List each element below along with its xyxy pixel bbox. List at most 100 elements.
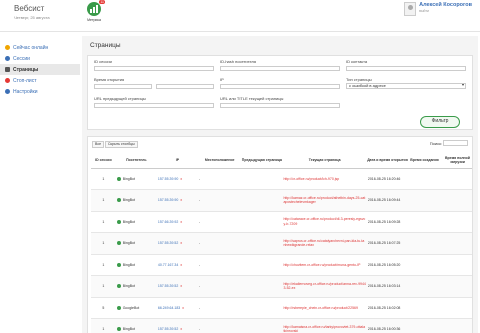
cell-prev-page [241,189,283,212]
table-header-row: ID сессии Посетитель IP Местоположение П… [91,152,472,169]
block-ip-icon[interactable]: x [180,241,182,245]
cur-url-input[interactable] [220,103,340,108]
block-ip-icon[interactable]: x [180,327,182,331]
col-visitor[interactable]: Посетитель [115,152,157,169]
cell-location: - [198,168,242,190]
cell-ip[interactable]: 157.66.39.92 x [156,211,199,233]
cell-load-time [440,254,472,276]
ip-link[interactable]: 157.55.39.52 [158,284,178,288]
block-ip-icon[interactable]: x [180,220,182,224]
search-input[interactable] [443,140,468,146]
sidebar-item-pages[interactable]: Страницы [0,64,80,75]
cell-current-page[interactable]: http://chuvitem.cr-office.ru/product/mun… [282,254,367,276]
sidebar-item-online[interactable]: Сейчас онлайн [0,42,80,53]
block-ip-icon[interactable]: x [180,263,182,267]
sessions-icon [5,56,10,61]
pages-list-panel: Все Скрыть столбцы Поиск: ID сессии Посе… [87,136,473,333]
ip-link[interactable]: 157.55.39.52 [158,327,178,331]
visitor-name: BingBot [122,176,135,181]
hash-input[interactable] [220,66,340,71]
cell-ip[interactable]: 40.77.167.34 x [156,254,199,276]
cell-visitor: BingBot [115,189,157,212]
table-row[interactable]: 1 BingBot 157.55.39.52 x - http://kamaisna.cr… [91,318,472,333]
ip-link[interactable]: 157.55.39.52 [158,241,178,245]
cell-ip[interactable]: 66.249.64.183 x [156,297,199,319]
visitor-name: BingBot [122,219,135,224]
col-ip[interactable]: IP [156,152,199,169]
table-row[interactable]: 1 BingBot 157.55.39.90 x - http://kamaz.cr-of… [91,189,472,212]
col-session-id[interactable]: ID сессии [91,152,116,169]
sidebar-item-sessions[interactable]: Сессии [0,53,80,64]
ip-label: IP [220,77,224,82]
session-id-input[interactable] [94,66,214,71]
avatar[interactable] [404,2,417,16]
page-title: Страницы [90,42,121,49]
ip-link[interactable]: 157.55.39.90 [158,198,178,202]
col-prev-page[interactable]: Предыдущая страница [241,152,283,169]
logout-link[interactable]: выйти [419,9,472,13]
metrika-icon[interactable]: 11 [87,0,105,16]
filter-button[interactable]: Фильтр [420,116,460,128]
cell-ip[interactable]: 157.55.39.52 x [156,232,199,255]
table-row[interactable]: 1 BingBot 157.55.39.52 x - http://saprus.cr-o… [91,232,472,255]
ip-link[interactable]: 40.77.167.34 [158,263,178,267]
user-name[interactable]: Алексей Косорогов [419,2,472,8]
table-row[interactable]: 1 BingBot 157.55.39.90 x - http://cr-office.r… [91,168,472,190]
cell-ip[interactable]: 157.55.39.90 x [156,168,199,190]
sidebar-item-stoplist[interactable]: Стоп-лист [0,75,80,86]
block-ip-icon[interactable]: x [180,284,182,288]
cell-load-time [440,168,472,190]
page-type-select[interactable]: с ошибкой в адресе [346,83,466,89]
cell-current-page[interactable]: http://kamaz.cr-office.ru/product/athelb… [282,189,367,212]
bot-icon [116,198,121,203]
sidebar-item-settings[interactable]: Настройки [0,86,80,97]
cell-current-page[interactable]: http://cr-office.ru/product/lch-970.jsp [282,168,367,190]
time-from-input[interactable] [94,84,152,89]
cell-created-time [408,318,441,333]
cell-open-time: 2016-08-25 16:09:44 [366,189,409,212]
table-row[interactable]: 1 BingBot 157.66.39.92 x - http://catarace.cr… [91,211,472,233]
col-open-time[interactable]: Дата и время открытия [366,152,409,169]
cell-visitor: BingBot [115,211,157,233]
cell-visitor: BingBot [115,275,157,298]
ip-input[interactable] [220,84,340,89]
block-ip-icon[interactable]: x [182,306,184,310]
cell-current-page[interactable]: http://ekaliernoveg.cr-office.ru/product… [282,275,367,298]
table-row[interactable]: 1 BingBot 40.77.167.34 x - http://chuvitem.cr… [91,254,472,276]
visitor-name: BingBot [122,284,135,289]
cell-visitor: BingBot [115,232,157,255]
cell-ip[interactable]: 157.55.39.52 x [156,275,199,298]
cell-visitor: GoogleBot [115,297,157,319]
ip-link[interactable]: 157.55.39.90 [158,177,178,181]
show-all-button[interactable]: Все [92,141,105,148]
cell-ip[interactable]: 157.55.39.52 x [156,318,199,333]
cell-current-page[interactable]: http://kamaisna.cr-office.ru/tarkyiprovo… [282,318,367,333]
cell-session-id: 1 [91,232,116,255]
cell-current-page[interactable]: http://catarace.cr-office.ru/product/dl-… [282,211,367,233]
bot-icon [116,241,121,246]
contact-input[interactable] [346,66,466,71]
cell-session-id: 1 [91,318,116,333]
table-row[interactable]: 1 BingBot 157.55.39.52 x - http://ekaliernove… [91,275,472,298]
col-location[interactable]: Местоположение [198,152,242,169]
cell-created-time [408,297,441,319]
col-current-page[interactable]: Текущая страница [282,152,367,169]
prev-url-input[interactable] [94,103,214,108]
cell-current-page[interactable]: http://saprus.cr-office.ru/catalyarchevn… [282,232,367,255]
table-row[interactable]: 5 GoogleBot 66.249.64.183 x - http://rsberepi… [91,297,472,319]
col-load-time[interactable]: Время полной загрузки [440,152,472,169]
hide-columns-button[interactable]: Скрыть столбцы [105,141,138,148]
block-ip-icon[interactable]: x [180,177,182,181]
time-to-input[interactable] [156,84,214,89]
col-created-time[interactable]: Время создания [408,152,441,169]
cell-ip[interactable]: 157.55.39.90 x [156,189,199,212]
ip-link[interactable]: 157.66.39.92 [158,220,178,224]
cell-session-id: 5 [91,297,116,319]
ip-link[interactable]: 66.249.64.183 [158,306,180,310]
cell-current-page[interactable]: http://rsberepie_chein.cr-office.ru/prod… [282,297,367,319]
block-ip-icon[interactable]: x [180,198,182,202]
pages-icon [5,67,10,72]
metrika-app[interactable]: 11 Метрика [84,0,105,22]
user-block[interactable]: Алексей Косорогов выйти [404,2,472,16]
search-label: Поиск: [429,141,442,146]
